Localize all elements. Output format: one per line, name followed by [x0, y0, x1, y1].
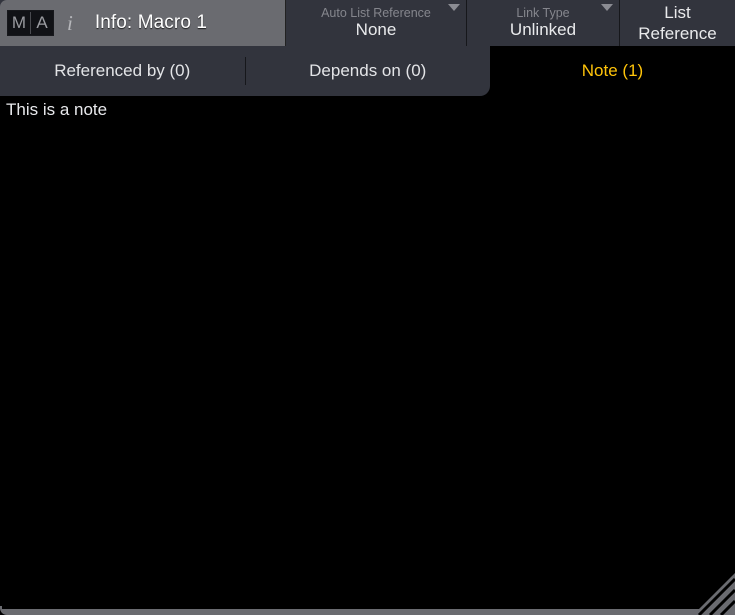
header-bar: M A i Info: Macro 1 Auto List Reference … — [0, 0, 735, 46]
note-text: This is a note — [6, 100, 108, 119]
list-reference-line-2: Reference — [638, 24, 717, 43]
note-content-area[interactable]: This is a note — [0, 96, 735, 600]
tab-referenced-by[interactable]: Referenced by (0) — [0, 46, 245, 96]
auto-list-reference-dropdown[interactable]: Auto List Reference None — [286, 0, 467, 46]
tab-depends-on[interactable]: Depends on (0) — [246, 46, 491, 96]
window-bottom-inner — [2, 604, 705, 609]
window-bottom-border — [0, 604, 735, 615]
logo-letter-a: A — [30, 12, 53, 34]
app-window: M A i Info: Macro 1 Auto List Reference … — [0, 0, 735, 615]
resize-grip-icon — [693, 573, 735, 615]
chevron-down-icon — [601, 4, 613, 11]
info-icon: i — [67, 10, 73, 35]
auto-list-reference-label: Auto List Reference — [321, 5, 431, 20]
ma-logo-icon: M A — [7, 10, 54, 36]
chevron-down-icon — [448, 4, 460, 11]
tab-bar: Referenced by (0) Depends on (0) — [0, 46, 490, 96]
window-title-bar[interactable]: M A i Info: Macro 1 — [0, 0, 286, 46]
link-type-label: Link Type — [516, 5, 570, 20]
link-type-value: Unlinked — [509, 19, 577, 39]
tab-note[interactable]: Note (1) — [490, 46, 735, 96]
auto-list-reference-value: None — [355, 19, 397, 39]
page-title: Info: Macro 1 — [94, 12, 208, 33]
resize-grip-handle[interactable] — [693, 573, 735, 615]
link-type-dropdown[interactable]: Link Type Unlinked — [467, 0, 620, 46]
list-reference-line-1: List — [664, 3, 691, 22]
list-reference-button[interactable]: List Reference — [620, 0, 735, 46]
logo-letter-m: M — [11, 13, 27, 32]
